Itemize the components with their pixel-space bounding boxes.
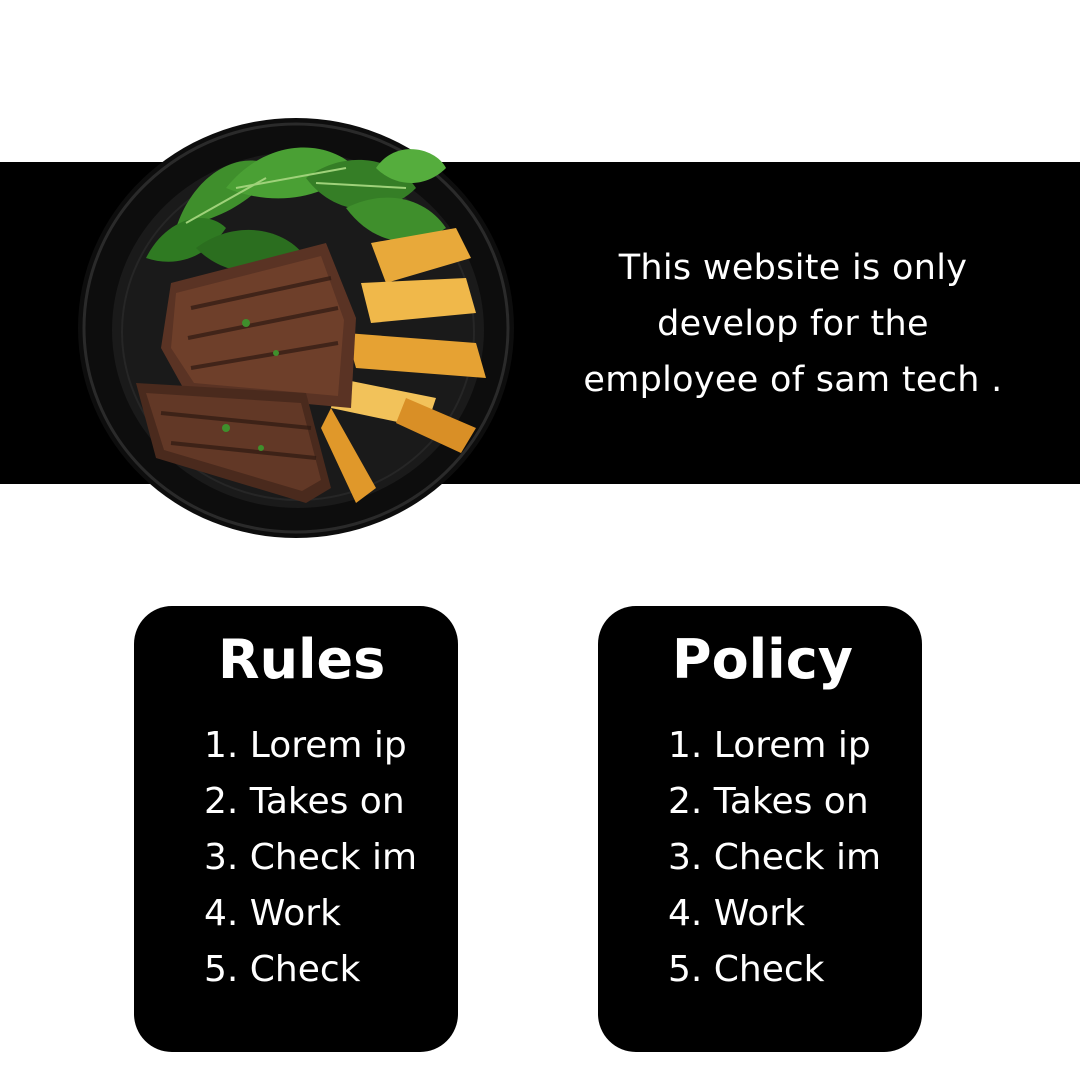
list-item: 2. Takes on [204, 781, 405, 822]
rules-title: Rules [218, 628, 386, 691]
list-item: 1. Lorem ip [668, 725, 871, 766]
intro-text: This website is only develop for the emp… [583, 248, 1003, 400]
list-item: 3. Check im [668, 837, 882, 878]
policy-card: Policy 1. Lorem ip 2. Takes on 3. Check … [598, 606, 922, 1052]
list-item: 5. Check [204, 949, 361, 990]
rules-list: 1. Lorem ip 2. Takes on 3. Check im 4. W… [204, 718, 417, 998]
list-item: 2. Takes on [668, 781, 869, 822]
list-item: 3. Check im [204, 837, 418, 878]
list-item: 5. Check [668, 949, 825, 990]
policy-title: Policy [672, 628, 853, 691]
list-item: 1. Lorem ip [204, 725, 407, 766]
rules-card: Rules 1. Lorem ip 2. Takes on 3. Check i… [134, 606, 458, 1052]
list-item: 4. Work [668, 893, 805, 934]
food-plate-image [76, 108, 516, 540]
list-item: 4. Work [204, 893, 341, 934]
policy-list: 1. Lorem ip 2. Takes on 3. Check im 4. W… [668, 718, 881, 998]
